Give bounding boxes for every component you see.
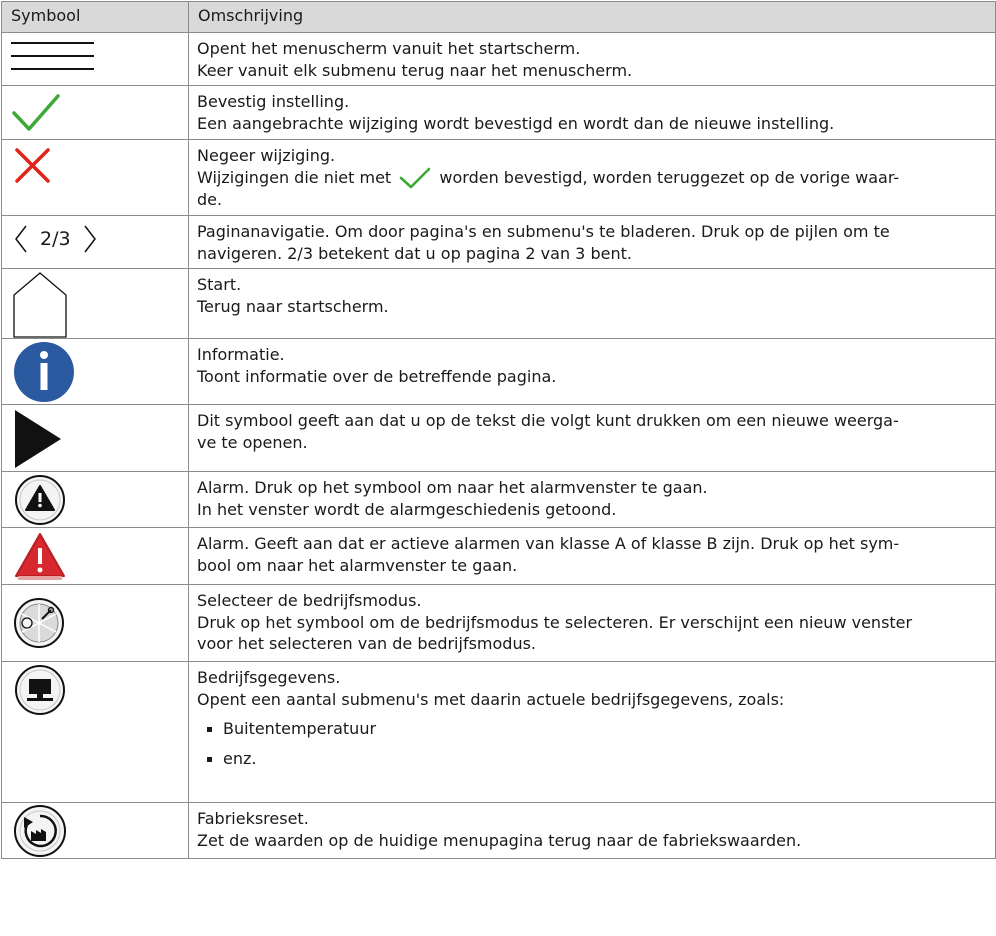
- operating-data-icon: [15, 665, 65, 715]
- table-row: Fabrieksreset. Zet de waarden op de huid…: [1, 802, 996, 859]
- description-line: Start.: [197, 275, 242, 294]
- description-text: worden bevestigd, worden teruggezet op d…: [439, 167, 900, 187]
- table-row: Negeer wijziging. Wijzigingen die niet m…: [1, 139, 996, 216]
- chevron-right-icon: [83, 225, 96, 253]
- table-header-row: Symbool Omschrijving: [1, 1, 996, 33]
- header-description: Omschrijving: [188, 1, 996, 33]
- description-line: Een aangebrachte wijziging wordt bevesti…: [197, 113, 835, 133]
- symbol-cell: [1, 584, 189, 662]
- symbol-cell: [1, 404, 189, 472]
- table-row: Selecteer de bedrijfsmodus. Druk op het …: [1, 584, 996, 662]
- page-indicator: 2/3: [40, 228, 71, 250]
- description-line: Dit symbool geeft aan dat u op de tekst …: [197, 411, 899, 430]
- symbol-cell: [1, 471, 189, 528]
- description-line: Fabrieksreset.: [197, 809, 309, 828]
- description-line: Keer vanuit elk submenu terug naar het m…: [197, 60, 633, 80]
- symbol-table: Symbool Omschrijving Opent het menuscher…: [1, 1, 996, 859]
- table-row: Informatie. Toont informatie over de bet…: [1, 338, 996, 405]
- info-icon: [14, 342, 74, 402]
- list-item: enz.: [207, 744, 986, 774]
- factory-reset-icon: [14, 805, 66, 857]
- description-line: Bevestig instelling.: [197, 92, 350, 111]
- description-line: Negeer wijziging.: [197, 146, 336, 165]
- description-text: Wijzigingen die niet met: [197, 167, 392, 187]
- table-row: 2/3 Paginanavigatie. Om door pagina's en…: [1, 215, 996, 269]
- chevron-left-icon: [15, 225, 27, 253]
- table-row: Dit symbool geeft aan dat u op de tekst …: [1, 404, 996, 472]
- description-line: Opent het menuscherm vanuit het startsch…: [197, 39, 581, 58]
- table-row: Bedrijfsgegevens. Opent een aantal subme…: [1, 661, 996, 803]
- description-cell: Alarm. Geeft aan dat er actieve alarmen …: [188, 527, 996, 585]
- description-line-with-icon: Wijzigingen die niet met worden bevestig…: [197, 167, 986, 189]
- symbol-cell: [1, 802, 189, 859]
- description-cell: Alarm. Druk op het symbool om naar het a…: [188, 471, 996, 528]
- active-alarm-icon: [15, 533, 65, 580]
- table-row: Alarm. Druk op het symbool om naar het a…: [1, 471, 996, 528]
- description-cell: Negeer wijziging. Wijzigingen die niet m…: [188, 139, 996, 216]
- description-line: Paginanavigatie. Om door pagina's en sub…: [197, 222, 890, 241]
- description-line: bool om naar het alarmvenster te gaan.: [197, 555, 518, 575]
- symbol-cell: [1, 527, 189, 585]
- description-line: Informatie.: [197, 345, 285, 364]
- description-line: ve te openen.: [197, 432, 308, 452]
- list-item: Buitentemperatuur: [207, 714, 986, 744]
- symbol-cell: [1, 32, 189, 86]
- description-cell: Start. Terug naar startscherm.: [188, 268, 996, 339]
- header-symbol: Symbool: [1, 1, 189, 33]
- description-cell: Bevestig instelling. Een aangebrachte wi…: [188, 85, 996, 140]
- symbol-cell: [1, 85, 189, 140]
- page-navigation-icon: 2/3: [14, 224, 97, 254]
- operating-mode-icon: [14, 598, 64, 648]
- description-line: navigeren. 2/3 betekent dat u op pagina …: [197, 243, 632, 263]
- menu-icon: [11, 42, 94, 70]
- description-line: Alarm. Geeft aan dat er actieve alarmen …: [197, 534, 900, 553]
- alarm-button-icon: [15, 475, 65, 525]
- symbol-cell: [1, 139, 189, 216]
- table-row: Bevestig instelling. Een aangebrachte wi…: [1, 85, 996, 140]
- symbol-cell: [1, 661, 189, 803]
- symbol-cell: [1, 268, 189, 339]
- description-line: Toont informatie over de betreffende pag…: [197, 366, 557, 386]
- description-line: Alarm. Druk op het symbool om naar het a…: [197, 478, 708, 497]
- description-line: Terug naar startscherm.: [197, 296, 389, 316]
- description-cell: Informatie. Toont informatie over de bet…: [188, 338, 996, 405]
- checkmark-icon: [12, 94, 60, 131]
- checkmark-icon: [399, 167, 431, 188]
- description-line: Bedrijfsgegevens.: [197, 668, 341, 687]
- description-cell: Opent het menuscherm vanuit het startsch…: [188, 32, 996, 86]
- symbol-cell: 2/3: [1, 215, 189, 269]
- table-row: Start. Terug naar startscherm.: [1, 268, 996, 339]
- bullet-list: Buitentemperatuur enz.: [197, 714, 986, 774]
- description-line: de.: [197, 189, 223, 209]
- description-cell: Fabrieksreset. Zet de waarden op de huid…: [188, 802, 996, 859]
- play-arrow-icon: [15, 410, 61, 468]
- description-line: Zet de waarden op de huidige menupagina …: [197, 830, 802, 850]
- description-cell: Paginanavigatie. Om door pagina's en sub…: [188, 215, 996, 269]
- symbol-cell: [1, 338, 189, 405]
- description-line: voor het selecteren van de bedrijfsmodus…: [197, 634, 537, 653]
- description-line: Opent een aantal submenu's met daarin ac…: [197, 689, 785, 709]
- description-cell: Bedrijfsgegevens. Opent een aantal subme…: [188, 661, 996, 803]
- table-row: Alarm. Geeft aan dat er actieve alarmen …: [1, 527, 996, 585]
- description-line: In het venster wordt de alarmgeschiedeni…: [197, 499, 617, 519]
- description-line: Druk op het symbool om de bedrijfsmodus …: [197, 612, 913, 632]
- description-cell: Dit symbool geeft aan dat u op de tekst …: [188, 404, 996, 472]
- cross-icon: [15, 148, 50, 183]
- description-line: Selecteer de bedrijfsmodus.: [197, 591, 422, 610]
- table-row: Opent het menuscherm vanuit het startsch…: [1, 32, 996, 86]
- description-cell: Selecteer de bedrijfsmodus. Druk op het …: [188, 584, 996, 662]
- home-icon: [13, 272, 67, 338]
